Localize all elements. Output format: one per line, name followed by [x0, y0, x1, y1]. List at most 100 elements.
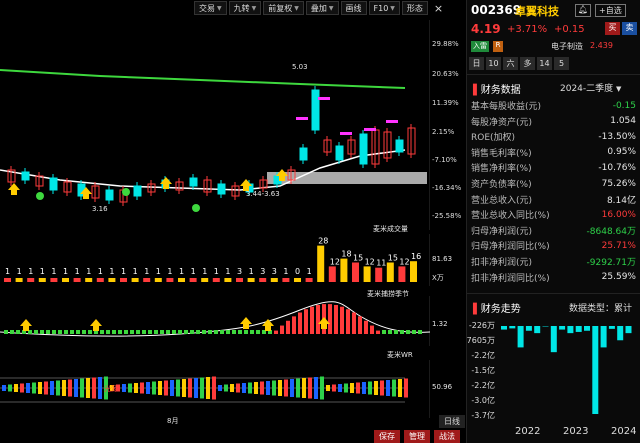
- season-bar: [280, 325, 284, 334]
- finance-row-value: 1.054: [610, 116, 636, 127]
- stock-change: +0.15: [554, 24, 585, 35]
- candle: [335, 145, 344, 161]
- wr-bar: [68, 379, 72, 397]
- trend-y-label: -2.2亿: [471, 380, 495, 390]
- pct-label: 29.88%: [432, 40, 459, 48]
- finance-row: 归母净利润(元) -8648.64万: [471, 223, 636, 238]
- volume-count: 12: [365, 257, 375, 266]
- season-bar: [214, 330, 218, 334]
- trend-bar: [592, 326, 599, 414]
- wr-bar: [2, 385, 6, 391]
- finance-row: 归母净利润同比(%) 25.71%: [471, 238, 636, 253]
- volume-bar: [212, 278, 220, 282]
- wr-bar: [32, 382, 36, 394]
- wr-chart: [0, 360, 430, 418]
- season-chart: [0, 296, 430, 346]
- pattern-button[interactable]: 形态: [401, 1, 428, 15]
- volume-bar: [96, 278, 104, 282]
- trade-button[interactable]: 交易 ▼: [194, 1, 227, 15]
- trend-bar: [567, 326, 574, 334]
- wr-bar: [86, 378, 90, 398]
- season-bar: [394, 330, 398, 334]
- alert-bell-icon[interactable]: 🔔︎: [575, 4, 591, 17]
- season-bar: [178, 330, 182, 334]
- close-icon[interactable]: ×: [430, 1, 447, 15]
- wr-bar: [380, 380, 384, 396]
- volume-bar: [259, 278, 267, 282]
- trend-y-label: -3.0亿: [471, 395, 495, 405]
- stock-code: 002369: [471, 3, 522, 17]
- finance-row-label: 销售净利率(%): [471, 164, 532, 175]
- wr-bar: [212, 376, 216, 400]
- wr-bar: [152, 381, 156, 395]
- finance-row-label: 营业总收入(元): [471, 195, 533, 206]
- volume-bar: [363, 266, 371, 282]
- strategy-button[interactable]: 战法: [434, 430, 460, 443]
- signal-pill[interactable]: 六: [503, 57, 518, 70]
- volume-bar: [294, 278, 301, 282]
- signal-pill[interactable]: 5: [554, 57, 569, 70]
- wr-bar: [332, 384, 336, 392]
- finance-row-value: 25.59%: [601, 272, 636, 283]
- add-watchlist-button[interactable]: + 自选: [595, 4, 626, 17]
- save-button[interactable]: 保存: [374, 430, 400, 443]
- wr-bar: [296, 378, 300, 398]
- volume-bar: [317, 245, 325, 282]
- pct-label: -16.34%: [432, 184, 462, 192]
- volume-bar: [282, 278, 290, 282]
- finance-period-select[interactable]: 2024-二季度 ▼: [560, 81, 621, 94]
- signal-pill[interactable]: 10: [486, 57, 501, 70]
- volume-bar: [108, 278, 116, 282]
- sell-button[interactable]: 卖: [622, 22, 637, 35]
- season-bar: [196, 330, 200, 334]
- wr-marker-label: 光源: [104, 385, 118, 393]
- volume-count: 1: [40, 267, 45, 276]
- adjust-button[interactable]: 前复权 ▼: [263, 1, 304, 15]
- candle: [395, 139, 404, 153]
- wr-bar: [404, 378, 408, 398]
- finance-row: 营业总收入(元) 8.14亿: [471, 192, 636, 207]
- signal-pill[interactable]: 14: [537, 57, 552, 70]
- season-bar: [418, 330, 422, 334]
- overlay-button[interactable]: 叠加 ▼: [305, 1, 339, 15]
- season-bar: [16, 330, 20, 334]
- wr-bar: [224, 384, 228, 392]
- wr-bar: [188, 378, 192, 398]
- volume-count: 12: [330, 257, 340, 266]
- f10-button[interactable]: F10 ▼: [368, 1, 400, 15]
- wr-bar: [146, 382, 150, 394]
- candle: [21, 171, 30, 181]
- wr-bar: [254, 382, 258, 394]
- buy-button[interactable]: 买: [605, 22, 620, 35]
- signal-pill[interactable]: 多: [520, 57, 535, 70]
- period-selector[interactable]: 日线: [439, 415, 465, 428]
- volume-bar: [410, 261, 417, 282]
- season-bar: [226, 330, 230, 334]
- season-bar: [220, 330, 224, 334]
- date-label: 8月: [167, 417, 179, 425]
- volume-bar: [85, 278, 93, 282]
- wr-bar: [266, 381, 270, 395]
- industry-pct: 2.439: [590, 41, 613, 50]
- draw-line-button[interactable]: 画线: [340, 1, 367, 15]
- finance-row: 销售毛利率(%) 0.95%: [471, 145, 636, 160]
- season-bar: [340, 306, 344, 334]
- volume-panel-title: 麦米成交量: [373, 225, 408, 233]
- finance-row-value: -10.76%: [598, 162, 636, 173]
- season-bar: [256, 330, 260, 334]
- season-bar: [286, 320, 290, 334]
- trend-type-select[interactable]: 数据类型：累计: [569, 301, 632, 314]
- signal-pill[interactable]: 日: [469, 57, 484, 70]
- volume-count: 1: [75, 267, 80, 276]
- wr-bar: [194, 378, 198, 398]
- season-value: 1.32: [432, 320, 448, 328]
- nine-turn-button[interactable]: 九转 ▼: [228, 1, 262, 15]
- candle: [311, 89, 320, 131]
- manage-button[interactable]: 管理: [404, 430, 430, 443]
- wr-bar: [182, 379, 186, 397]
- finance-row-value: -0.15: [612, 100, 636, 111]
- kline-chart[interactable]: [0, 20, 430, 230]
- finance-row-value: 0.95%: [607, 147, 636, 158]
- wr-bar: [8, 384, 12, 392]
- wr-panel-title: 麦米WR: [387, 351, 413, 359]
